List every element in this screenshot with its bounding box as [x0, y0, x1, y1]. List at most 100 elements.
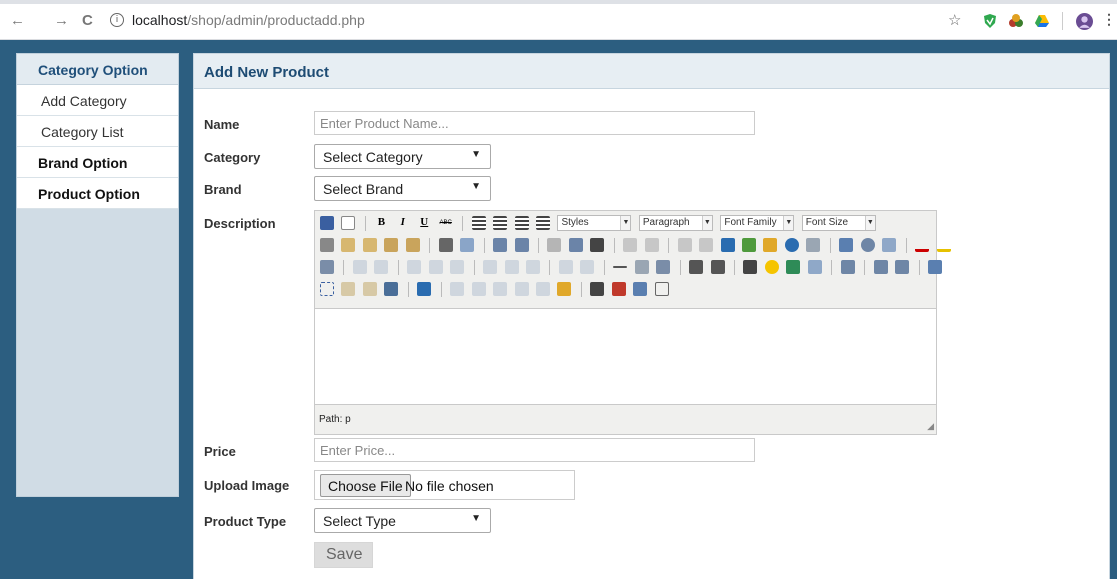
- bold-icon[interactable]: B: [374, 216, 388, 230]
- row-props-icon[interactable]: [352, 260, 367, 274]
- del-icon[interactable]: [514, 282, 529, 296]
- highlight-color-icon[interactable]: [936, 238, 951, 252]
- new-document-icon[interactable]: [341, 216, 356, 230]
- anchor-icon[interactable]: [720, 238, 735, 252]
- sidebar-item-add-category[interactable]: Add Category: [17, 85, 178, 116]
- save-button[interactable]: Save: [314, 542, 373, 568]
- back-icon[interactable]: ←: [10, 13, 25, 29]
- cite-icon[interactable]: [450, 282, 465, 296]
- image-icon[interactable]: [741, 238, 756, 252]
- subscript-icon[interactable]: [689, 260, 704, 274]
- brand-select[interactable]: Select Brand ▼: [314, 176, 491, 201]
- underline-icon[interactable]: U: [417, 216, 431, 230]
- acronym-icon[interactable]: [493, 282, 508, 296]
- cell-props-icon[interactable]: [374, 260, 389, 274]
- page-break-icon[interactable]: [654, 282, 669, 296]
- abbr-icon[interactable]: [471, 282, 486, 296]
- table-icon[interactable]: [320, 260, 334, 274]
- insert-time-icon[interactable]: [860, 238, 875, 252]
- resize-grip-icon[interactable]: ◢: [927, 421, 934, 432]
- image-file-input[interactable]: Choose File No file chosen: [314, 470, 575, 500]
- category-select[interactable]: Select Category ▼: [314, 144, 491, 169]
- visual-chars-icon[interactable]: [590, 282, 605, 296]
- profile-avatar-icon[interactable]: [1076, 13, 1093, 30]
- site-info-icon[interactable]: i: [110, 13, 124, 27]
- drive-extension-icon[interactable]: [1034, 13, 1050, 29]
- forward-icon[interactable]: →: [54, 13, 69, 29]
- col-after-icon[interactable]: [504, 260, 519, 274]
- special-char-icon[interactable]: [743, 260, 758, 274]
- cleanup-icon[interactable]: [763, 238, 778, 252]
- advanced-hr-icon[interactable]: [807, 260, 822, 274]
- browser-menu-icon[interactable]: ⋮: [1102, 11, 1116, 28]
- price-input[interactable]: Enter Price...: [314, 438, 755, 462]
- unlink-icon[interactable]: [699, 238, 714, 252]
- ins-icon[interactable]: [535, 282, 550, 296]
- rtl-icon[interactable]: [895, 260, 910, 274]
- align-right-icon[interactable]: [514, 216, 529, 230]
- col-before-icon[interactable]: [483, 260, 498, 274]
- print-icon[interactable]: [840, 260, 855, 274]
- style-props-icon[interactable]: [417, 282, 432, 296]
- remove-format-icon[interactable]: [634, 260, 649, 274]
- attribs-icon[interactable]: [557, 282, 572, 296]
- superscript-icon[interactable]: [710, 260, 725, 274]
- name-input[interactable]: Enter Product Name...: [314, 111, 755, 135]
- move-backward-icon[interactable]: [362, 282, 377, 296]
- html-icon[interactable]: [806, 238, 821, 252]
- styles-dropdown[interactable]: Styles ▼: [557, 215, 632, 231]
- delete-row-icon[interactable]: [450, 260, 465, 274]
- sidebar-item-category-list[interactable]: Category List: [17, 116, 178, 147]
- align-left-icon[interactable]: [471, 216, 486, 230]
- product-type-select[interactable]: Select Type ▼: [314, 508, 491, 533]
- ltr-icon[interactable]: [873, 260, 888, 274]
- undo-icon[interactable]: [623, 238, 638, 252]
- absolute-icon[interactable]: [384, 282, 399, 296]
- cut-icon[interactable]: [320, 238, 334, 252]
- replace-icon[interactable]: [460, 238, 475, 252]
- blockquote-icon[interactable]: [590, 238, 605, 252]
- paste-text-icon[interactable]: [384, 238, 399, 252]
- template-icon[interactable]: [633, 282, 648, 296]
- numbered-list-icon[interactable]: [514, 238, 529, 252]
- puzzle-extension-icon[interactable]: [1008, 13, 1024, 29]
- font-family-dropdown[interactable]: Font Family ▼: [720, 215, 795, 231]
- split-cells-icon[interactable]: [558, 260, 573, 274]
- editor-content-area[interactable]: [315, 308, 936, 405]
- align-center-icon[interactable]: [493, 216, 508, 230]
- move-forward-icon[interactable]: [341, 282, 356, 296]
- address-bar[interactable]: localhost/shop/admin/productadd.php: [132, 12, 365, 28]
- italic-icon[interactable]: I: [396, 216, 410, 230]
- outdent-icon[interactable]: [547, 238, 562, 252]
- bookmark-star-icon[interactable]: ☆: [948, 11, 961, 29]
- fullscreen-icon[interactable]: [927, 260, 942, 274]
- font-size-dropdown[interactable]: Font Size ▼: [801, 215, 876, 231]
- sidebar-header-brand-option[interactable]: Brand Option: [17, 147, 178, 178]
- paragraph-dropdown[interactable]: Paragraph ▼: [638, 215, 713, 231]
- merge-cells-icon[interactable]: [580, 260, 595, 274]
- strikethrough-icon[interactable]: ABC: [439, 216, 453, 230]
- insert-layer-icon[interactable]: [320, 282, 334, 296]
- redo-icon[interactable]: [644, 238, 659, 252]
- text-color-icon[interactable]: [915, 238, 930, 252]
- preview-icon[interactable]: [882, 238, 897, 252]
- copy-icon[interactable]: [341, 238, 356, 252]
- emotions-icon[interactable]: [764, 260, 779, 274]
- insert-date-icon[interactable]: [839, 238, 854, 252]
- paste-icon[interactable]: [362, 238, 377, 252]
- sidebar-header-product-option[interactable]: Product Option: [17, 178, 178, 209]
- paste-word-icon[interactable]: [405, 238, 420, 252]
- choose-file-button[interactable]: Choose File: [320, 474, 411, 497]
- align-justify-icon[interactable]: [535, 216, 550, 230]
- help-icon[interactable]: [784, 238, 799, 252]
- nonbreaking-icon[interactable]: [611, 282, 626, 296]
- row-after-icon[interactable]: [428, 260, 443, 274]
- reload-icon[interactable]: C: [82, 13, 93, 29]
- find-icon[interactable]: [438, 238, 453, 252]
- delete-col-icon[interactable]: [525, 260, 540, 274]
- bullet-list-icon[interactable]: [493, 238, 508, 252]
- row-before-icon[interactable]: [407, 260, 422, 274]
- link-icon[interactable]: [677, 238, 692, 252]
- sidebar-header-category-option[interactable]: Category Option: [17, 54, 178, 85]
- shield-extension-icon[interactable]: [982, 13, 998, 29]
